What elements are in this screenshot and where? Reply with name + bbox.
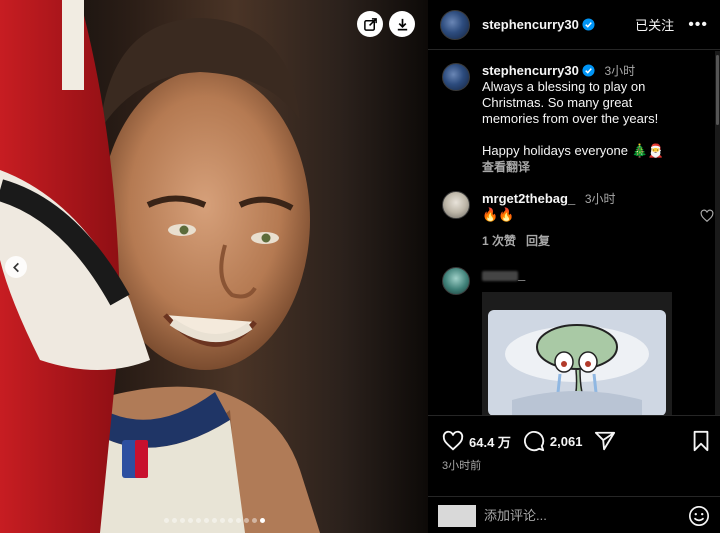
comment-reply-button[interactable]: 回复 (526, 234, 550, 248)
comment-input[interactable] (484, 508, 674, 523)
comment-body: _ (482, 267, 700, 283)
carousel-dot[interactable] (235, 518, 241, 523)
comments-scrollbar[interactable] (715, 51, 720, 415)
send-icon[interactable] (594, 430, 616, 452)
comments-list[interactable]: stephencurry30 3小时 Always a blessing to … (428, 51, 720, 415)
carousel-dot[interactable] (195, 518, 201, 523)
carousel-dot[interactable] (259, 518, 265, 523)
post-media[interactable] (0, 0, 428, 533)
carousel-dot[interactable] (243, 518, 249, 523)
squidward-meme-image[interactable] (482, 292, 672, 415)
comment-text: 🔥🔥 (482, 207, 515, 222)
heart-icon[interactable] (442, 430, 464, 452)
download-icon (397, 18, 407, 30)
commenter-avatar[interactable] (442, 191, 470, 219)
caption-line-3: memories from over the years! (482, 111, 659, 126)
comment-time: 3小时 (584, 192, 616, 206)
caption-body: stephencurry30 3小时 Always a blessing to … (482, 63, 700, 175)
emoji-icon[interactable] (688, 505, 710, 527)
header-username-text[interactable]: stephencurry30 (482, 17, 579, 32)
comment-item: mrget2thebag_ 3小时 🔥🔥 1 次赞 回复 (442, 191, 714, 261)
download-button[interactable] (389, 11, 415, 37)
header-username[interactable]: stephencurry30 (482, 17, 595, 32)
carousel-dot[interactable] (179, 518, 185, 523)
blurred-username (482, 270, 518, 281)
carousel-dot[interactable] (171, 518, 177, 523)
post-time[interactable]: 3小时前 (442, 457, 481, 473)
comment-like-icon[interactable] (700, 209, 714, 223)
carousel-dot[interactable] (187, 518, 193, 523)
caption-line-4: Happy holidays everyone 🎄🎅 (482, 143, 664, 158)
more-icon[interactable]: ••• (688, 16, 708, 34)
caption-avatar[interactable] (442, 63, 470, 91)
commenter-avatar[interactable] (442, 267, 470, 295)
carousel-dots (0, 518, 428, 523)
caption-line-2: Christmas. So many great (482, 95, 633, 110)
carousel-dot[interactable] (203, 518, 209, 523)
caption-time: 3小时 (604, 64, 636, 78)
verified-badge-icon (582, 64, 595, 77)
verified-badge-icon (582, 18, 595, 31)
bookmark-icon[interactable] (690, 430, 712, 452)
avatar[interactable] (440, 9, 470, 40)
meme-drawing (482, 292, 672, 415)
carousel-dot[interactable] (219, 518, 225, 523)
carousel-dot[interactable] (251, 518, 257, 523)
previous-image-button[interactable] (5, 256, 27, 278)
share-icon (363, 17, 377, 31)
caption-line-1: Always a blessing to play on (482, 79, 646, 94)
post-header: stephencurry30 已关注 ••• (428, 0, 720, 50)
follow-status-button[interactable]: 已关注 (635, 15, 674, 34)
caption-entry: stephencurry30 3小时 Always a blessing to … (442, 63, 702, 193)
chevron-left-icon (12, 262, 19, 272)
post-actions: 64.4 万 2,061 3小时前 (428, 415, 720, 533)
add-comment-bar (428, 496, 720, 533)
comment-icon[interactable] (523, 430, 545, 452)
comment-count[interactable]: 2,061 (550, 434, 583, 449)
scrollbar-thumb[interactable] (716, 55, 719, 125)
carousel-dot[interactable] (211, 518, 217, 523)
like-count[interactable]: 64.4 万 (469, 432, 511, 451)
comment-body: mrget2thebag_ 3小时 🔥🔥 1 次赞 回复 (482, 191, 714, 249)
caption-username[interactable]: stephencurry30 (482, 63, 579, 78)
comment-username-tail[interactable]: _ (518, 267, 525, 282)
comment-username[interactable]: mrget2thebag_ (482, 191, 575, 206)
carousel-dot[interactable] (163, 518, 169, 523)
carousel-dot[interactable] (227, 518, 233, 523)
share-button[interactable] (357, 11, 383, 37)
post-panel: stephencurry30 已关注 ••• stephencurry30 3小… (428, 0, 720, 533)
player-photo (0, 0, 320, 533)
current-user-avatar (438, 504, 476, 527)
comment-likes[interactable]: 1 次赞 (482, 234, 516, 248)
see-translation-link[interactable]: 查看翻译 (482, 159, 700, 175)
